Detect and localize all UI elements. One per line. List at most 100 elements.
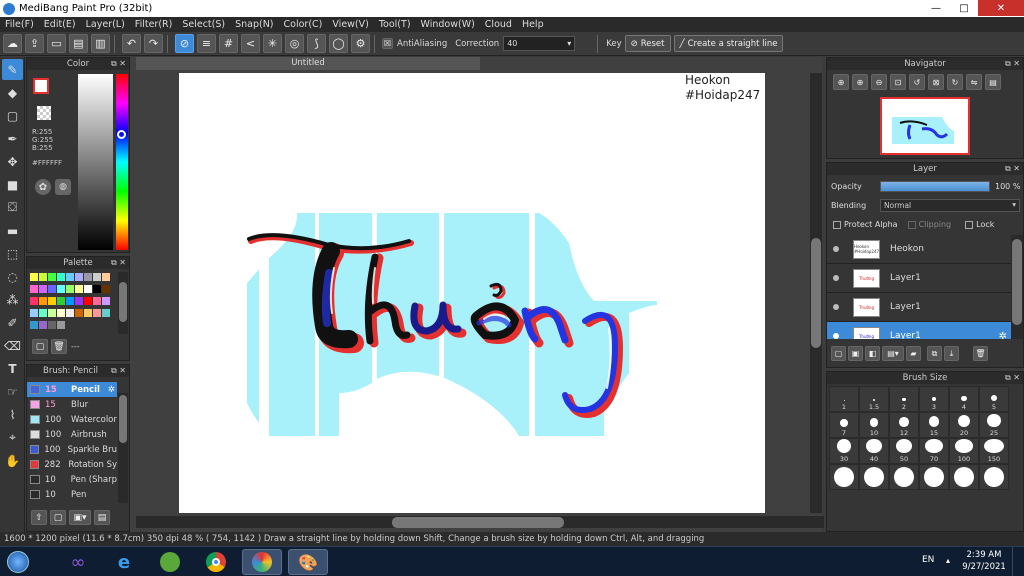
panel-close-icon[interactable]: ⧉ ✕ — [1005, 163, 1020, 175]
menu-select[interactable]: Select(S) — [177, 19, 230, 30]
eyedropper2-tool-icon[interactable]: ⌖ — [2, 427, 23, 448]
eye-icon[interactable] — [833, 333, 839, 339]
snap-circle-icon[interactable]: ◎ — [285, 34, 304, 53]
snap-grid-icon[interactable]: # — [219, 34, 238, 53]
select-pen-tool-icon[interactable]: ✐ — [2, 312, 23, 333]
menu-tool[interactable]: Tool(T) — [374, 19, 416, 30]
protect-alpha-checkbox[interactable] — [833, 220, 841, 229]
brush-size-cell[interactable]: 4 — [949, 386, 979, 412]
magic-wand-tool-icon[interactable]: ⁂ — [2, 289, 23, 310]
palette-swatch[interactable] — [30, 321, 38, 329]
brush-size-cell[interactable] — [829, 464, 859, 490]
select-tool-icon[interactable]: ⬚ — [2, 243, 23, 264]
undo-icon[interactable]: ↶ — [122, 34, 141, 53]
new-1bit-layer-icon[interactable]: ◧ — [865, 346, 880, 361]
cloud-icon[interactable]: ☁ — [3, 34, 22, 53]
brush-size-cell[interactable]: 100 — [949, 438, 979, 464]
snap-ellipse-icon[interactable]: ◯ — [329, 34, 348, 53]
palette-swatch[interactable] — [30, 273, 38, 281]
foreground-color-swatch[interactable] — [33, 78, 49, 94]
brush-scrollbar[interactable] — [118, 393, 128, 503]
layer-row-layer1[interactable]: Thường Layer1 — [827, 264, 1011, 293]
palette-swatch[interactable] — [39, 297, 47, 305]
brush-item-blur[interactable]: 15 Blur — [27, 397, 117, 412]
palette-swatch[interactable] — [48, 285, 56, 293]
brush-size-cell[interactable]: 2 — [889, 386, 919, 412]
brush-size-cell[interactable]: 1.5 — [859, 386, 889, 412]
vertical-scroll-thumb[interactable] — [811, 238, 821, 348]
maximize-button[interactable]: □ — [950, 0, 978, 16]
snap-parallel-icon[interactable]: ≡ — [197, 34, 216, 53]
bucket-tool-icon[interactable]: ⛋ — [2, 197, 23, 218]
new-layer-icon[interactable]: ▢ — [831, 346, 846, 361]
navigator-menu-icon[interactable]: ▤ — [985, 74, 1001, 90]
brush-size-cell[interactable]: 1 — [829, 386, 859, 412]
gear-icon[interactable]: ✲ — [999, 331, 1007, 340]
snap-radial-icon[interactable]: ✳ — [263, 34, 282, 53]
zoom-out-icon[interactable]: ⊖ — [871, 74, 887, 90]
brush-item-rotation[interactable]: 282 Rotation Sy — [27, 457, 117, 472]
move-tool-icon[interactable]: ✥ — [2, 151, 23, 172]
zoom-fit-icon[interactable]: ⊕ — [833, 74, 849, 90]
gradient-tool-icon[interactable]: ▬ — [2, 220, 23, 241]
layer-row-layer1-selected[interactable]: Thường Layer1 ✲ — [827, 322, 1011, 339]
tray-chevron-icon[interactable]: ▴ — [946, 556, 950, 565]
rotate-reset-icon[interactable]: ⊠ — [928, 74, 944, 90]
layer-row-layer1[interactable]: Thường Layer1 — [827, 293, 1011, 322]
menu-window[interactable]: Window(W) — [416, 19, 480, 30]
menu-layer[interactable]: Layer(L) — [81, 19, 130, 30]
palette-swatch[interactable] — [84, 273, 92, 281]
palette-swatch[interactable] — [39, 273, 47, 281]
rotate-left-icon[interactable]: ↺ — [909, 74, 925, 90]
layer-scrollbar[interactable] — [1011, 235, 1023, 339]
brush-size-cell[interactable] — [889, 464, 919, 490]
rotate-right-icon[interactable]: ↻ — [947, 74, 963, 90]
palette-scrollbar[interactable] — [118, 272, 128, 334]
blending-select[interactable]: Normal ▾ — [880, 199, 1020, 212]
palette-swatch[interactable] — [30, 297, 38, 305]
menu-color[interactable]: Color(C) — [279, 19, 328, 30]
taskbar-paint[interactable]: 🎨 — [288, 549, 328, 575]
brush-size-cell[interactable]: 10 — [859, 412, 889, 438]
palette-swatch[interactable] — [30, 309, 38, 317]
brush-item-pen[interactable]: 10 Pen — [27, 487, 117, 502]
brush-size-cell[interactable]: 15 — [919, 412, 949, 438]
palette-swatch[interactable] — [48, 321, 56, 329]
palette-swatch[interactable] — [48, 297, 56, 305]
palette-swatch[interactable] — [66, 285, 74, 293]
minimize-button[interactable]: — — [922, 0, 950, 16]
hue-slider-handle[interactable] — [117, 130, 126, 139]
brush-item-pen-sharp[interactable]: 10 Pen (Sharp — [27, 472, 117, 487]
snap-off-icon[interactable]: ⊘ — [175, 34, 194, 53]
palette-swatch[interactable] — [39, 309, 47, 317]
show-desktop-button[interactable] — [1012, 547, 1024, 576]
menu-help[interactable]: Help — [517, 19, 549, 30]
palette-swatch[interactable] — [39, 285, 47, 293]
palette-swatch[interactable] — [39, 321, 47, 329]
close-button[interactable]: ✕ — [978, 0, 1024, 16]
palette-swatch[interactable] — [48, 309, 56, 317]
palette-swatch[interactable] — [102, 273, 110, 281]
hue-slider[interactable] — [116, 74, 128, 250]
brush-tool-icon[interactable]: ✎ — [2, 59, 23, 80]
brush-item-pencil[interactable]: 15 Pencil ✲ — [27, 382, 117, 397]
menu-view[interactable]: View(V) — [327, 19, 373, 30]
palette-swatch[interactable] — [75, 273, 83, 281]
language-indicator[interactable]: EN — [922, 555, 934, 565]
menu-edit[interactable]: Edit(E) — [39, 19, 81, 30]
create-straight-line-button[interactable]: ╱ Create a straight line — [673, 35, 784, 52]
palette-swatch[interactable] — [57, 321, 65, 329]
taskbar-chrome[interactable] — [196, 549, 236, 575]
horizontal-scroll-thumb[interactable] — [392, 517, 564, 528]
taskbar-internet-explorer[interactable]: e — [104, 549, 144, 575]
palette-swatch[interactable] — [75, 297, 83, 305]
brush-size-cell[interactable]: 30 — [829, 438, 859, 464]
brush-size-cell[interactable]: 3 — [919, 386, 949, 412]
brush-item-watercolor[interactable]: 100 Watercolor — [27, 412, 117, 427]
correction-select[interactable]: 40 ▾ — [503, 36, 576, 51]
snap-curve-icon[interactable]: ⟆ — [307, 34, 326, 53]
gear-icon[interactable]: ✲ — [108, 385, 115, 395]
panel-close-icon[interactable]: ⧉ ✕ — [111, 58, 126, 70]
delete-palette-icon[interactable]: 🗑 — [51, 339, 67, 354]
lasso-tool-icon[interactable]: ◌ — [2, 266, 23, 287]
